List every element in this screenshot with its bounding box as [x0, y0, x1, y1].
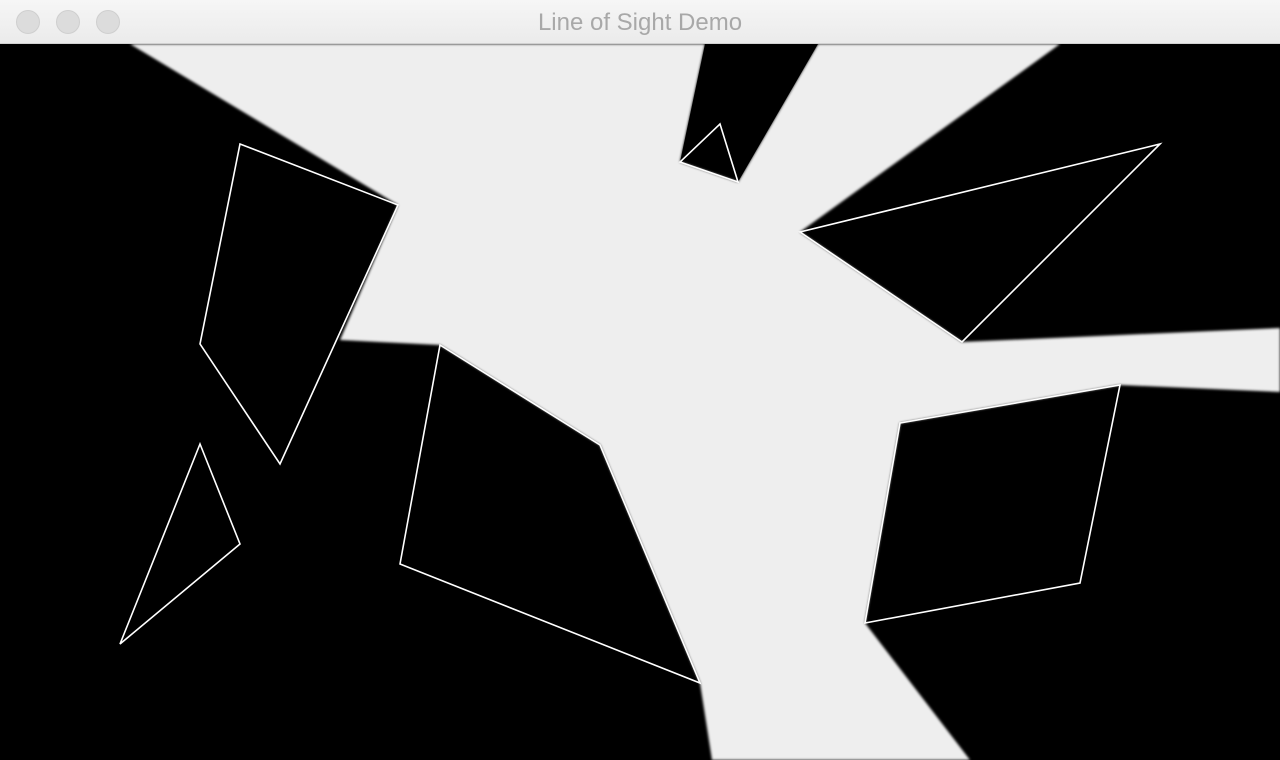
title-bar[interactable]: Line of Sight Demo [0, 0, 1280, 44]
line-of-sight-canvas[interactable] [0, 44, 1280, 760]
scene-svg [0, 44, 1280, 760]
window-title: Line of Sight Demo [537, 9, 743, 36]
app-window: Line of Sight Demo [0, 0, 1280, 760]
